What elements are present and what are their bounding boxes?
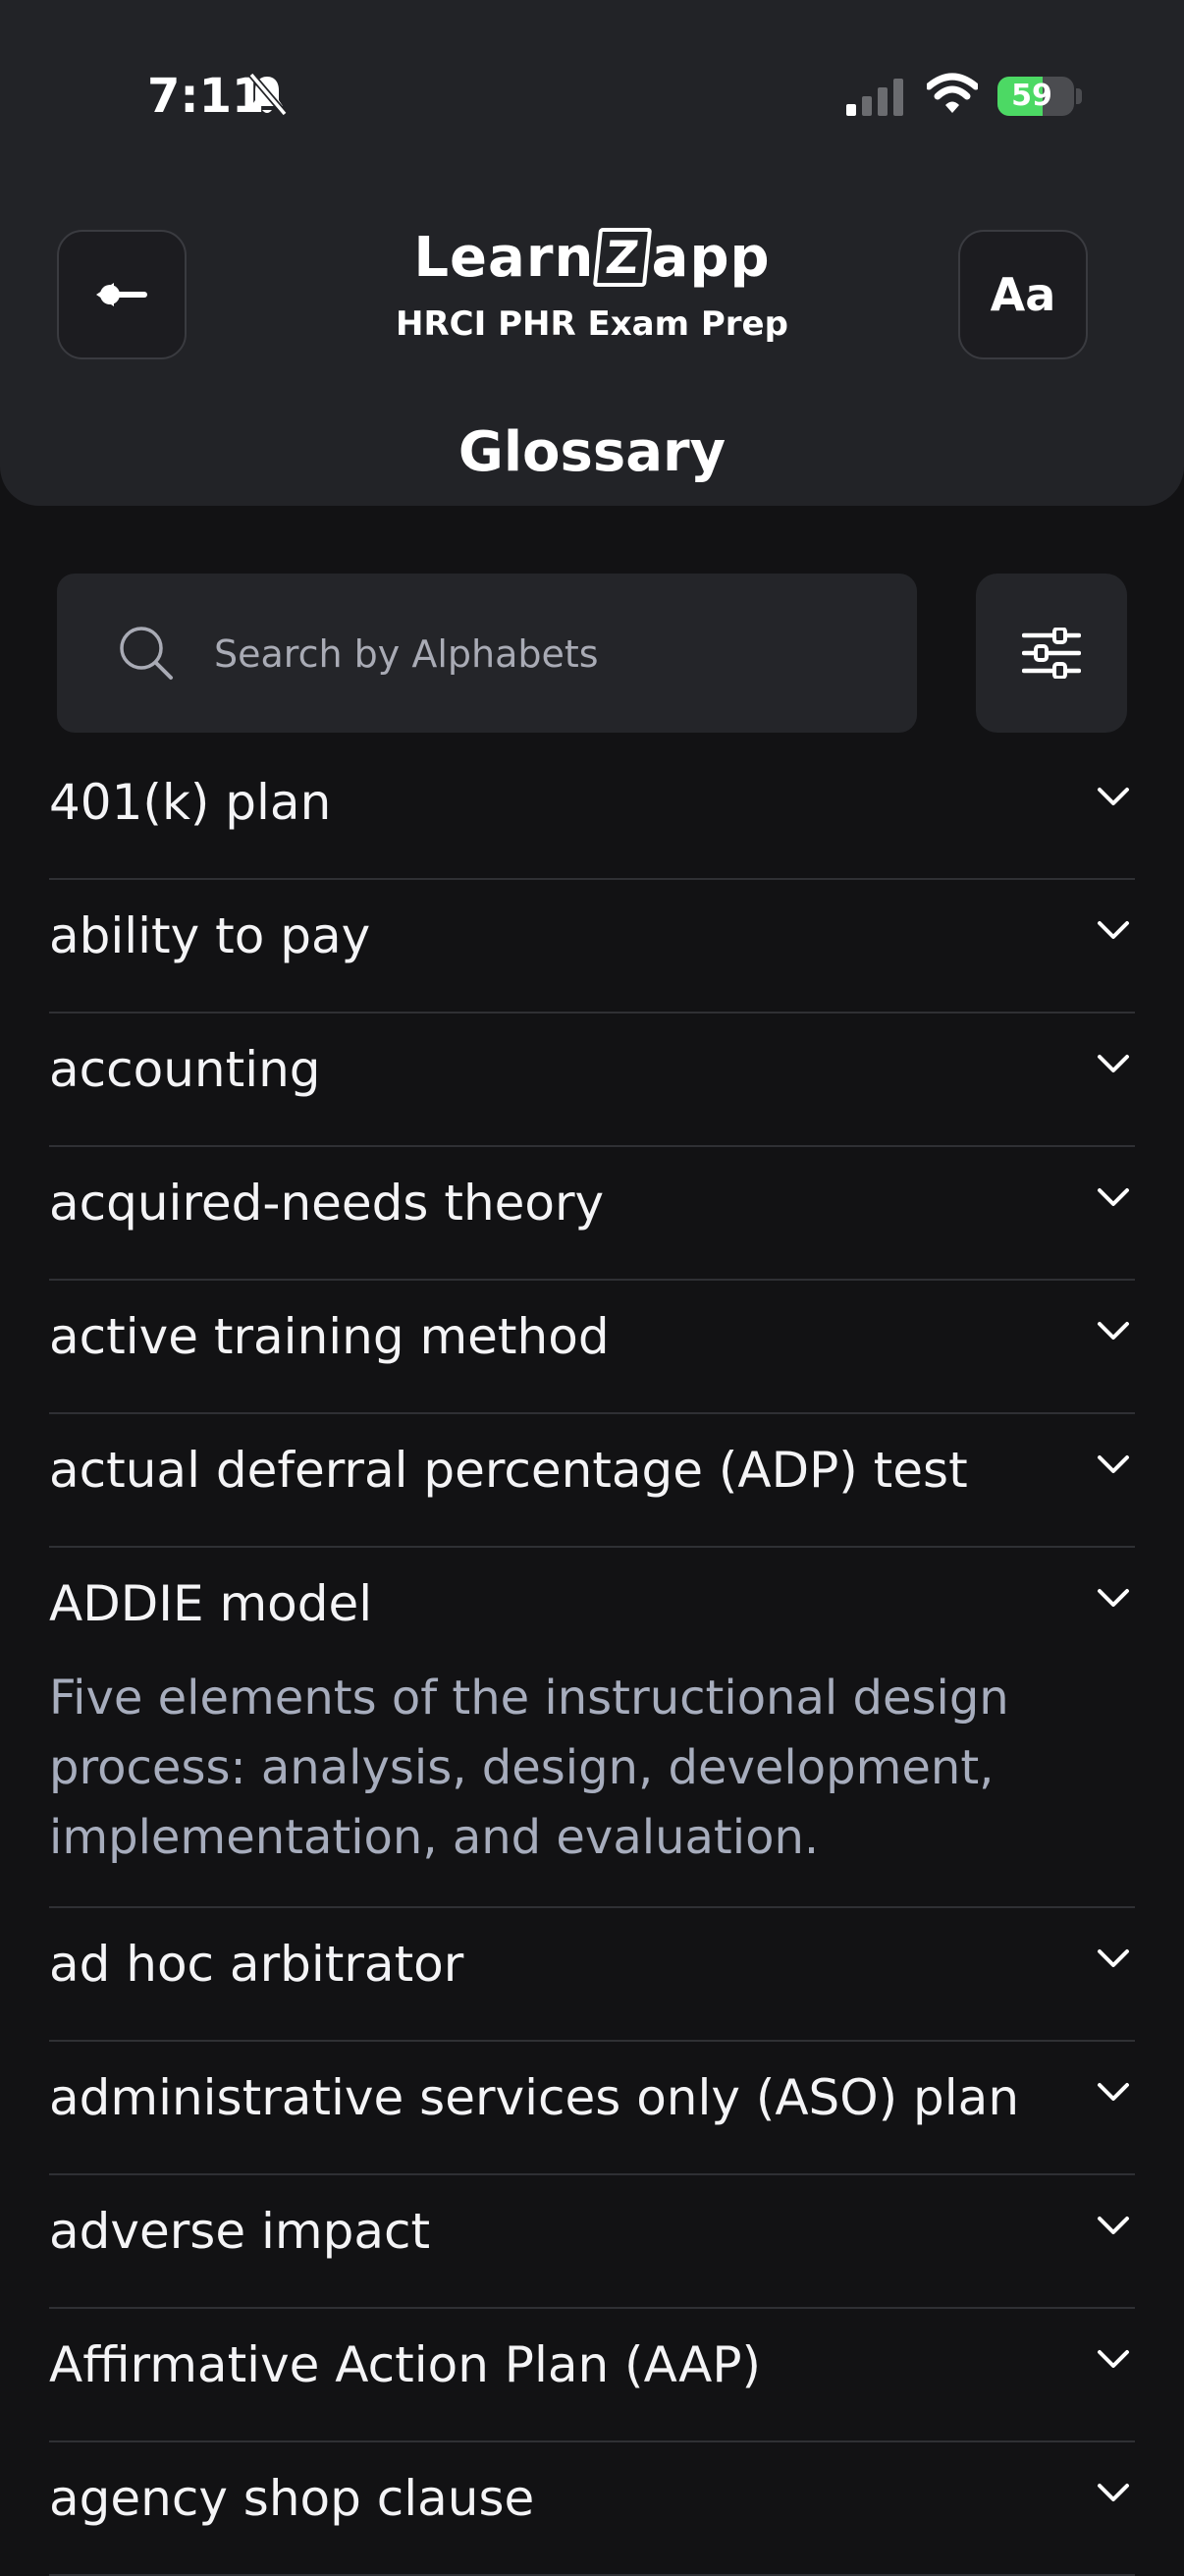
- glossary-item-header[interactable]: acquired-needs theory: [49, 1147, 1135, 1279]
- glossary-item[interactable]: ad hoc arbitrator: [49, 1908, 1135, 2042]
- glossary-item-header[interactable]: ability to pay: [49, 880, 1135, 1012]
- glossary-item[interactable]: ability to pay: [49, 880, 1135, 1014]
- glossary-item[interactable]: Affirmative Action Plan (AAP): [49, 2309, 1135, 2442]
- font-size-label: Aa: [990, 268, 1056, 321]
- glossary-item-header[interactable]: ad hoc arbitrator: [49, 1908, 1135, 2040]
- glossary-item-header[interactable]: Affirmative Action Plan (AAP): [49, 2309, 1135, 2440]
- wifi-icon: [927, 73, 978, 113]
- chevron-down-icon[interactable]: [1094, 2077, 1133, 2107]
- arrow-left-icon: [96, 283, 147, 306]
- glossary-term: 401(k) plan: [49, 774, 332, 831]
- chevron-down-icon[interactable]: [1094, 1182, 1133, 1212]
- sliders-icon: [1022, 628, 1081, 679]
- glossary-item[interactable]: accounting: [49, 1014, 1135, 1147]
- battery-percent: 59: [1011, 79, 1052, 113]
- glossary-item[interactable]: 401(k) plan: [49, 746, 1135, 880]
- glossary-term: adverse impact: [49, 2203, 431, 2260]
- exam-subtitle: HRCI PHR Exam Prep: [396, 304, 788, 344]
- glossary-term: active training method: [49, 1308, 610, 1365]
- chevron-down-icon[interactable]: [1094, 2478, 1133, 2507]
- logo-z-mark: Z: [593, 228, 653, 287]
- glossary-term: actual deferral percentage (ADP) test: [49, 1442, 968, 1499]
- chevron-down-icon[interactable]: [1094, 1450, 1133, 1479]
- glossary-definition: Five elements of the instructional desig…: [49, 1671, 1009, 1865]
- glossary-item-header[interactable]: adverse impact: [49, 2175, 1135, 2307]
- glossary-term: administrative services only (ASO) plan: [49, 2069, 1020, 2126]
- glossary-item[interactable]: acquired-needs theory: [49, 1147, 1135, 1281]
- glossary-item-header[interactable]: actual deferral percentage (ADP) test: [49, 1414, 1135, 1546]
- search-icon: [120, 627, 173, 680]
- glossary-item-header[interactable]: active training method: [49, 1281, 1135, 1412]
- glossary-item[interactable]: agency shop clause: [49, 2442, 1135, 2576]
- glossary-term: accounting: [49, 1041, 321, 1098]
- glossary-item-header[interactable]: ADDIE model: [49, 1548, 1135, 1679]
- logo-text-learn: Learn: [413, 225, 595, 290]
- search-bar[interactable]: [57, 574, 917, 733]
- search-input[interactable]: [212, 621, 884, 687]
- chevron-down-icon[interactable]: [1094, 1944, 1133, 1973]
- glossary-item-header[interactable]: agency shop clause: [49, 2442, 1135, 2574]
- chevron-down-icon[interactable]: [1094, 782, 1133, 811]
- chevron-down-icon[interactable]: [1094, 1049, 1133, 1078]
- glossary-item[interactable]: ADDIE model Five elements of the instruct…: [49, 1548, 1135, 1908]
- glossary-term: ability to pay: [49, 907, 371, 964]
- filter-button[interactable]: [976, 574, 1127, 733]
- glossary-item[interactable]: active training method: [49, 1281, 1135, 1414]
- chevron-down-icon[interactable]: [1094, 1583, 1133, 1613]
- glossary-term: agency shop clause: [49, 2470, 535, 2527]
- glossary-item-header[interactable]: accounting: [49, 1014, 1135, 1145]
- glossary-term: ad hoc arbitrator: [49, 1936, 464, 1993]
- glossary-term: Affirmative Action Plan (AAP): [49, 2336, 762, 2393]
- learnzapp-logo: Learn Zapp: [413, 226, 769, 290]
- battery-indicator: 59: [997, 77, 1074, 116]
- chevron-down-icon[interactable]: [1094, 1316, 1133, 1345]
- bell-muted-icon: [248, 72, 288, 117]
- glossary-item-header[interactable]: administrative services only (ASO) plan: [49, 2042, 1135, 2173]
- glossary-list: 401(k) plan ability to pay accounting acqui…: [49, 746, 1135, 2576]
- font-size-button[interactable]: Aa: [958, 230, 1088, 359]
- page-title: Glossary: [457, 420, 727, 484]
- glossary-term: ADDIE model: [49, 1575, 373, 1632]
- chevron-down-icon[interactable]: [1094, 2211, 1133, 2240]
- back-button[interactable]: [57, 230, 187, 359]
- battery-cap: [1076, 88, 1082, 104]
- glossary-item[interactable]: actual deferral percentage (ADP) test: [49, 1414, 1135, 1548]
- logo-text-app: app: [651, 225, 771, 290]
- chevron-down-icon[interactable]: [1094, 2344, 1133, 2374]
- glossary-item[interactable]: administrative services only (ASO) plan: [49, 2042, 1135, 2175]
- glossary-term: acquired-needs theory: [49, 1175, 605, 1232]
- chevron-down-icon[interactable]: [1094, 915, 1133, 945]
- cellular-signal-icon: [846, 79, 903, 116]
- glossary-item-header[interactable]: 401(k) plan: [49, 746, 1135, 878]
- glossary-item[interactable]: adverse impact: [49, 2175, 1135, 2309]
- app-header: 7:11 59 Learn Zapp HRCI PHR Exam Prep Aa …: [0, 0, 1184, 506]
